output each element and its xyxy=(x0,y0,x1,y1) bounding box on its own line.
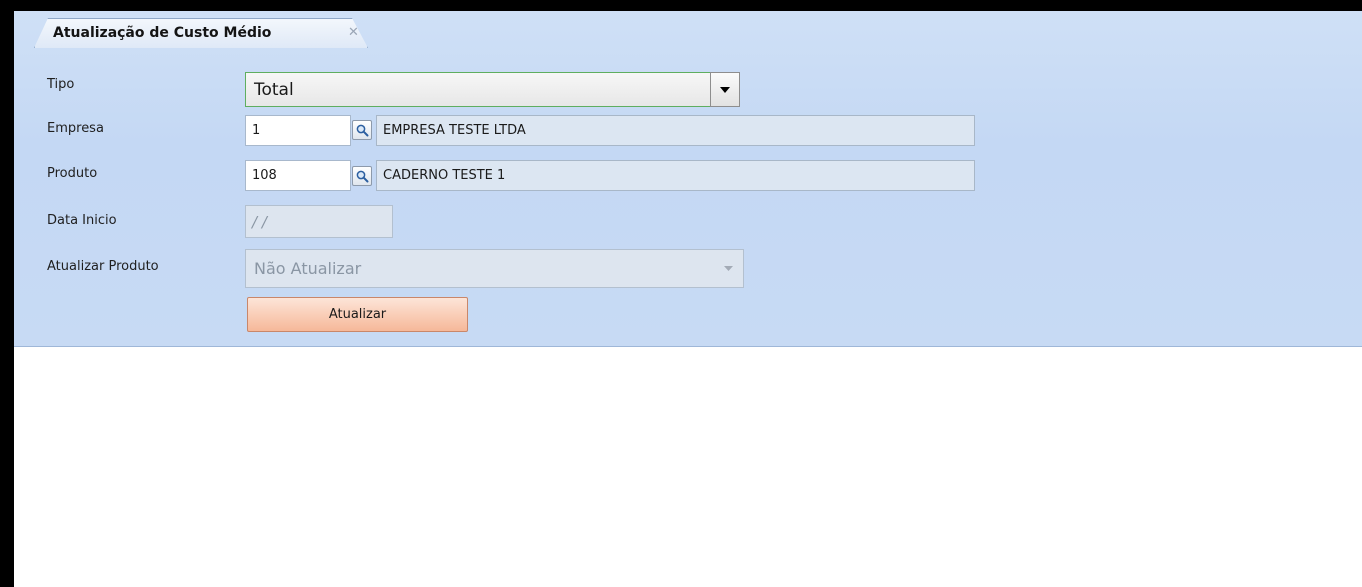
search-icon xyxy=(356,170,368,182)
empresa-code-value: 1 xyxy=(252,123,261,138)
app-window: Atualização de Custo Médio ✕ Tipo Total … xyxy=(14,11,1362,587)
produto-label: Produto xyxy=(47,166,98,181)
window-frame-left xyxy=(0,0,14,587)
close-icon[interactable]: ✕ xyxy=(348,25,359,40)
tipo-dropdown-button[interactable] xyxy=(710,72,740,107)
tab-strip: Atualização de Custo Médio ✕ xyxy=(14,11,1362,48)
tab-title: Atualização de Custo Médio xyxy=(53,25,272,41)
empresa-description-value: EMPRESA TESTE LTDA xyxy=(383,123,526,138)
atualizar-button[interactable]: Atualizar xyxy=(247,297,468,332)
data-inicio-input[interactable]: / / xyxy=(245,205,393,238)
empresa-description: EMPRESA TESTE LTDA xyxy=(376,115,975,146)
window-frame-top xyxy=(0,0,1362,11)
tab-atualizacao-custo-medio[interactable]: Atualização de Custo Médio ✕ xyxy=(34,18,368,48)
data-inicio-label: Data Inicio xyxy=(47,213,117,228)
data-inicio-value: / / xyxy=(252,212,267,231)
produto-code-input[interactable]: 108 xyxy=(245,160,351,191)
tipo-label: Tipo xyxy=(47,77,75,92)
atualizar-button-label: Atualizar xyxy=(328,307,387,322)
atualizar-produto-label: Atualizar Produto xyxy=(47,259,159,274)
produto-description: CADERNO TESTE 1 xyxy=(376,160,975,191)
empresa-label: Empresa xyxy=(47,121,104,136)
atualizar-produto-select[interactable]: Não Atualizar xyxy=(245,249,744,288)
chevron-down-icon xyxy=(724,266,733,271)
search-icon xyxy=(356,124,368,136)
form-panel: Atualização de Custo Médio ✕ Tipo Total … xyxy=(14,11,1362,347)
produto-search-button[interactable] xyxy=(352,166,372,186)
tipo-select[interactable]: Total xyxy=(245,72,720,107)
empresa-search-button[interactable] xyxy=(352,120,372,140)
produto-code-value: 108 xyxy=(252,168,277,183)
atualizar-produto-value: Não Atualizar xyxy=(254,259,362,278)
chevron-down-icon xyxy=(720,86,730,93)
empresa-code-input[interactable]: 1 xyxy=(245,115,351,146)
produto-description-value: CADERNO TESTE 1 xyxy=(383,168,506,183)
tipo-select-value: Total xyxy=(254,79,294,100)
